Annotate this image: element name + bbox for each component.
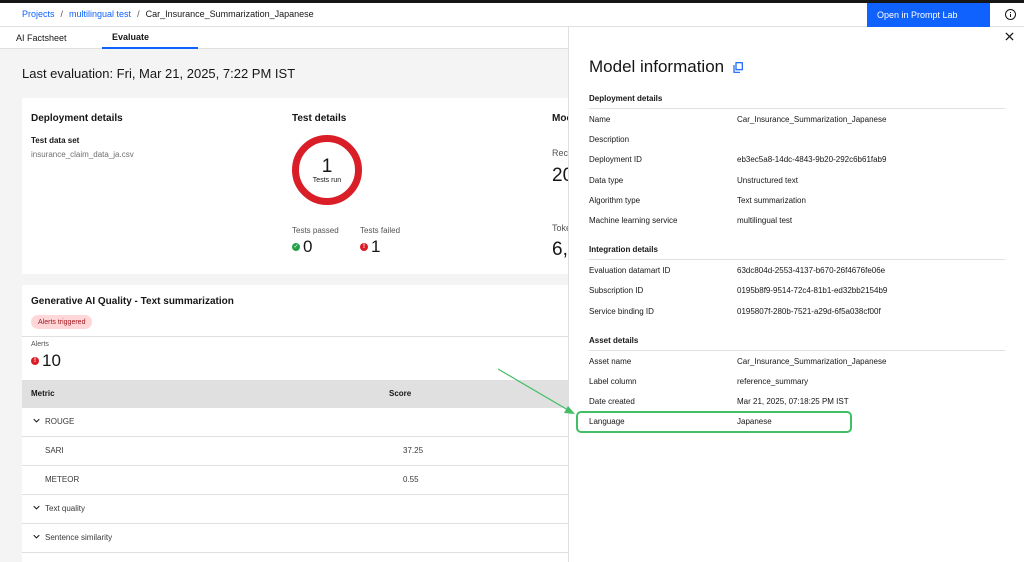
info-key: Evaluation datamart ID <box>589 266 671 275</box>
section-divider <box>589 350 1005 351</box>
tests-passed: ✓ 0 <box>292 237 312 257</box>
breadcrumb-project[interactable]: multilingual test <box>69 9 131 19</box>
metric-name: ROUGE <box>45 417 75 426</box>
info-value: multilingual test <box>737 216 793 225</box>
table-row-rouge[interactable]: ROUGE <box>22 408 568 437</box>
tests-failed-label: Tests failed <box>360 226 401 235</box>
section-integration-details: Integration details <box>589 245 658 254</box>
tests-failed: ! 1 <box>360 237 380 257</box>
tokens-value-clipped: 6, <box>552 239 568 260</box>
info-icon[interactable] <box>1005 9 1016 20</box>
alerts-label: Alerts <box>31 341 49 348</box>
breadcrumb-separator: / <box>60 9 64 19</box>
deployment-details-title: Deployment details <box>31 113 123 124</box>
table-row-sari: SARI 37.25 <box>22 437 568 466</box>
test-data-set-label: Test data set <box>31 136 80 145</box>
info-value: 0195807f-280b-7521-a29d-6f5a038cf00f <box>737 307 881 316</box>
close-icon[interactable] <box>1005 32 1014 41</box>
table-row-text-quality[interactable]: Text quality <box>22 495 568 524</box>
info-value: Text summarization <box>737 196 806 205</box>
test-data-set-value: insurance_claim_data_ja.csv <box>31 150 134 159</box>
language-highlight-box <box>576 411 852 433</box>
panel-title: Model information <box>589 57 725 76</box>
check-icon: ✓ <box>292 243 300 251</box>
info-key: Deployment ID <box>589 155 642 164</box>
warning-icon: ! <box>360 243 368 251</box>
metric-name: METEOR <box>45 475 80 484</box>
metric-name: SARI <box>45 446 64 455</box>
records-label-clipped: Rec <box>552 148 569 158</box>
info-value: Mar 21, 2025, 07:18:25 PM IST <box>737 397 849 406</box>
info-value: 63dc804d-2553-4137-b670-26f4676fe06e <box>737 266 886 275</box>
info-value: eb3ec5a8-14dc-4843-9b20-292c6b61fab9 <box>737 155 887 164</box>
info-value: Car_Insurance_Summarization_Japanese <box>737 115 887 124</box>
tests-passed-label: Tests passed <box>292 226 339 235</box>
tab-ai-factsheet[interactable]: AI Factsheet <box>16 27 67 49</box>
info-value: reference_summary <box>737 377 809 386</box>
info-value: 0195b8f9-9514-72c4-81b1-ed32bb2154b9 <box>737 286 888 295</box>
alerts-triggered-tag: Alerts triggered <box>31 315 93 329</box>
table-row-meteor: METEOR 0.55 <box>22 466 568 495</box>
info-value: Unstructured text <box>737 176 798 185</box>
section-divider <box>589 259 1005 260</box>
metric-name: Sentence similarity <box>45 533 113 542</box>
section-divider <box>589 108 1005 109</box>
info-value: Car_Insurance_Summarization_Japanese <box>737 357 887 366</box>
metric-score: 37.25 <box>403 446 424 455</box>
info-key: Subscription ID <box>589 286 644 295</box>
info-key: Name <box>589 115 611 124</box>
section-deployment-details: Deployment details <box>589 94 663 103</box>
chevron-down-icon[interactable] <box>33 504 40 511</box>
breadcrumb-separator: / <box>137 9 140 19</box>
tests-failed-value: 1 <box>371 237 381 256</box>
breadcrumb: Projects / multilingual test / Car_Insur… <box>22 9 314 19</box>
chevron-down-icon[interactable] <box>33 533 40 540</box>
metric-name: Text quality <box>45 504 86 513</box>
open-prompt-lab-button[interactable]: Open in Prompt Lab <box>867 3 990 27</box>
deployment-summary-card: Deployment details Test data set insuran… <box>22 98 573 274</box>
tests-run-label: Tests run <box>312 176 342 184</box>
info-key: Machine learning service <box>589 216 678 225</box>
metric-score: 0.55 <box>403 475 419 484</box>
score-column-header[interactable]: Score <box>389 389 411 398</box>
tests-passed-value: 0 <box>303 237 313 256</box>
info-key: Date created <box>589 397 635 406</box>
last-evaluation: Last evaluation: Fri, Mar 21, 2025, 7:22… <box>22 66 296 81</box>
tests-run-ring: 1 Tests run <box>292 135 362 205</box>
quality-title: Generative AI Quality - Text summarizati… <box>31 296 234 307</box>
top-bar: Projects / multilingual test / Car_Insur… <box>0 3 1024 27</box>
metric-column-header[interactable]: Metric <box>31 389 55 398</box>
info-key: Algorithm type <box>589 196 641 205</box>
quality-card: Generative AI Quality - Text summarizati… <box>22 285 568 562</box>
breadcrumb-current: Car_Insurance_Summarization_Japanese <box>145 9 314 19</box>
info-key: Service binding ID <box>589 307 654 316</box>
tests-run-value: 1 <box>321 155 333 177</box>
divider <box>22 336 568 337</box>
evaluate-main: Last evaluation: Fri, Mar 21, 2025, 7:22… <box>0 49 573 562</box>
info-key: Label column <box>589 377 637 386</box>
tab-evaluate[interactable]: Evaluate <box>102 27 198 49</box>
warning-icon: ! <box>31 357 39 365</box>
test-details-title: Test details <box>292 113 347 124</box>
info-key: Description <box>589 135 630 144</box>
chevron-down-icon[interactable] <box>33 417 40 424</box>
tab-bar: AI Factsheet Evaluate <box>0 27 568 49</box>
info-key: Data type <box>589 176 624 185</box>
alerts-count: ! 10 <box>31 351 61 371</box>
breadcrumb-projects[interactable]: Projects <box>22 9 55 19</box>
copy-icon[interactable] <box>733 62 743 73</box>
alerts-value: 10 <box>42 351 61 370</box>
metrics-table-header: Metric Score <box>22 380 568 408</box>
info-key: Asset name <box>589 357 632 366</box>
section-asset-details: Asset details <box>589 336 639 345</box>
model-information-panel: Model information Deployment details Nam… <box>568 27 1024 562</box>
table-row-sentence-similarity[interactable]: Sentence similarity <box>22 524 568 553</box>
